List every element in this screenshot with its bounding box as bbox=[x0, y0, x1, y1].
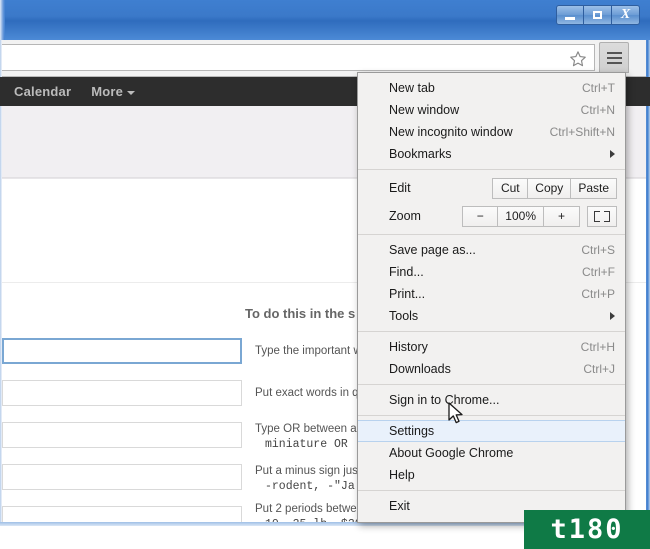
menu-item-settings[interactable]: Settings bbox=[358, 420, 625, 442]
chrome-dropdown-menu: New tab Ctrl+T New window Ctrl+N New inc… bbox=[357, 72, 626, 523]
menu-row-zoom-label: Zoom bbox=[389, 209, 421, 223]
menu-item-history-label: History bbox=[389, 340, 428, 354]
zoom-control-group: − 100% + bbox=[462, 205, 617, 227]
nav-item-calendar-label: Calendar bbox=[14, 84, 72, 99]
search-input-number-range[interactable] bbox=[2, 506, 242, 522]
menu-item-new-window-label: New window bbox=[389, 103, 460, 117]
menu-separator-2 bbox=[358, 234, 625, 235]
close-button[interactable]: X bbox=[612, 5, 640, 25]
menu-item-new-tab[interactable]: New tab Ctrl+T bbox=[358, 77, 625, 99]
menu-item-new-incognito-window[interactable]: New incognito window Ctrl+Shift+N bbox=[358, 121, 625, 143]
menu-item-new-window-shortcut: Ctrl+N bbox=[580, 103, 615, 117]
menu-item-settings-label: Settings bbox=[389, 424, 435, 438]
menu-item-about-google-chrome[interactable]: About Google Chrome bbox=[358, 442, 625, 464]
chevron-right-icon bbox=[610, 150, 615, 158]
address-bar-input[interactable] bbox=[0, 44, 595, 71]
nav-item-more[interactable]: More bbox=[91, 84, 136, 99]
titlebar-left-edge bbox=[0, 0, 5, 40]
nav-item-more-label: More bbox=[91, 84, 124, 99]
menu-item-exit-label: Exit bbox=[389, 499, 410, 513]
menu-row-edit: Edit Cut Copy Paste bbox=[358, 174, 625, 202]
menu-item-print[interactable]: Print... Ctrl+P bbox=[358, 283, 625, 305]
menu-item-sign-in-to-chrome[interactable]: Sign in to Chrome... bbox=[358, 389, 625, 411]
menu-item-new-incognito-window-label: New incognito window bbox=[389, 125, 513, 139]
menu-item-find[interactable]: Find... Ctrl+F bbox=[358, 261, 625, 283]
menu-separator bbox=[358, 169, 625, 170]
menu-item-bookmarks-label: Bookmarks bbox=[389, 147, 452, 161]
menu-row-zoom: Zoom − 100% + bbox=[358, 202, 625, 230]
zoom-level-value: 100% bbox=[498, 205, 544, 227]
menu-item-tools[interactable]: Tools bbox=[358, 305, 625, 327]
menu-item-history[interactable]: History Ctrl+H bbox=[358, 336, 625, 358]
menu-row-edit-label: Edit bbox=[389, 181, 411, 195]
menu-item-new-tab-label: New tab bbox=[389, 81, 435, 95]
fullscreen-icon[interactable] bbox=[587, 205, 617, 227]
menu-item-save-page-as-label: Save page as... bbox=[389, 243, 476, 257]
menu-separator-5 bbox=[358, 415, 625, 416]
search-input-any-words[interactable] bbox=[2, 422, 242, 448]
zoom-out-button[interactable]: − bbox=[462, 205, 499, 227]
menu-item-new-window[interactable]: New window Ctrl+N bbox=[358, 99, 625, 121]
menu-item-downloads-shortcut: Ctrl+J bbox=[583, 362, 615, 376]
menu-item-find-label: Find... bbox=[389, 265, 424, 279]
star-icon[interactable] bbox=[568, 49, 588, 69]
hint-none-words-text: Put a minus sign just bbox=[255, 465, 362, 477]
hamburger-icon-bar-3 bbox=[606, 61, 622, 64]
menu-item-help-label: Help bbox=[389, 468, 415, 482]
menu-separator-4 bbox=[358, 384, 625, 385]
edit-button-group: Cut Copy Paste bbox=[492, 177, 617, 199]
menu-item-new-incognito-window-shortcut: Ctrl+Shift+N bbox=[549, 125, 615, 139]
chevron-right-icon-tools bbox=[610, 312, 615, 320]
search-input-all-words[interactable] bbox=[2, 338, 242, 364]
maximize-button[interactable] bbox=[584, 5, 612, 25]
menu-item-save-page-as[interactable]: Save page as... Ctrl+S bbox=[358, 239, 625, 261]
search-input-exact-phrase[interactable] bbox=[2, 380, 242, 406]
watermark-logo: t180 bbox=[524, 510, 650, 549]
cut-button[interactable]: Cut bbox=[492, 177, 529, 199]
menu-separator-6 bbox=[358, 490, 625, 491]
menu-item-save-page-as-shortcut: Ctrl+S bbox=[581, 243, 615, 257]
chevron-down-icon bbox=[127, 90, 136, 95]
window-titlebar[interactable]: X bbox=[0, 0, 650, 41]
menu-item-history-shortcut: Ctrl+H bbox=[580, 340, 615, 354]
menu-item-downloads[interactable]: Downloads Ctrl+J bbox=[358, 358, 625, 380]
watermark-text: t180 bbox=[550, 514, 624, 545]
hamburger-icon bbox=[606, 51, 622, 54]
menu-separator-3 bbox=[358, 331, 625, 332]
menu-item-print-shortcut: Ctrl+P bbox=[581, 287, 615, 301]
window-right-border bbox=[646, 40, 650, 526]
zoom-in-button[interactable]: + bbox=[544, 205, 580, 227]
paste-button[interactable]: Paste bbox=[571, 177, 617, 199]
chrome-menu-button[interactable] bbox=[599, 42, 629, 73]
zoom-stepper: − 100% + bbox=[462, 205, 580, 227]
menu-item-new-tab-shortcut: Ctrl+T bbox=[582, 81, 615, 95]
menu-item-find-shortcut: Ctrl+F bbox=[582, 265, 615, 279]
copy-button[interactable]: Copy bbox=[528, 177, 572, 199]
menu-item-tools-label: Tools bbox=[389, 309, 419, 323]
browser-window: X Calendar More To do this in the s Type… bbox=[0, 0, 650, 526]
window-controls: X bbox=[556, 5, 640, 25]
page-title: To do this in the s bbox=[245, 306, 356, 321]
minimize-button[interactable] bbox=[556, 5, 584, 25]
hint-any-words-text: Type OR between a bbox=[255, 423, 357, 435]
menu-item-about-google-chrome-label: About Google Chrome bbox=[389, 446, 514, 460]
nav-item-calendar[interactable]: Calendar bbox=[14, 84, 71, 99]
menu-item-print-label: Print... bbox=[389, 287, 426, 301]
hamburger-icon-bar-2 bbox=[606, 56, 622, 59]
menu-item-sign-in-to-chrome-label: Sign in to Chrome... bbox=[389, 393, 500, 407]
search-input-none-words[interactable] bbox=[2, 464, 242, 490]
menu-item-downloads-label: Downloads bbox=[389, 362, 451, 376]
menu-item-help[interactable]: Help bbox=[358, 464, 625, 486]
menu-item-bookmarks[interactable]: Bookmarks bbox=[358, 143, 625, 165]
